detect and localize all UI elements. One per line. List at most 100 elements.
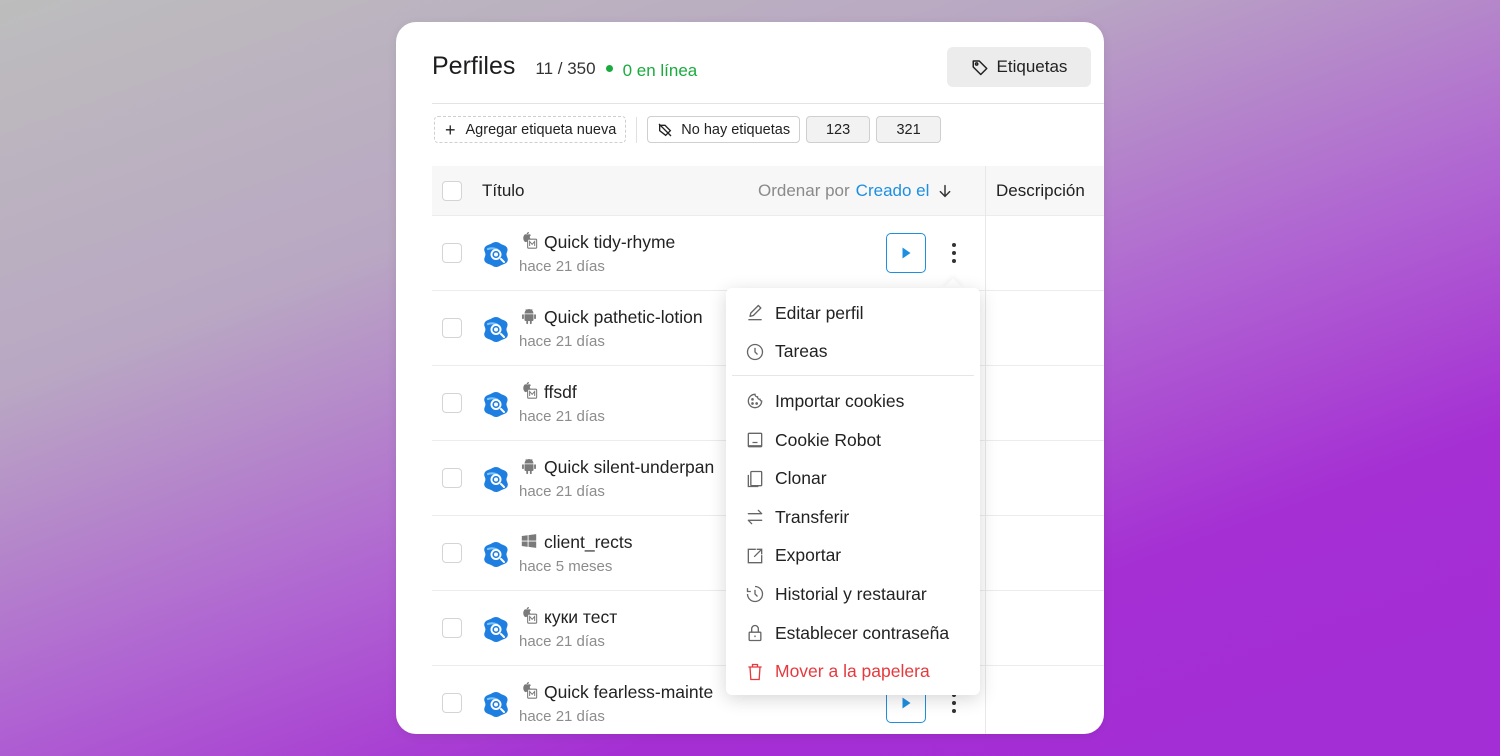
row-divider — [986, 515, 1104, 516]
profile-count: 11 / 350 — [535, 59, 596, 78]
play-icon — [902, 247, 911, 259]
macos-icon — [520, 232, 538, 250]
sort-label: Ordenar por — [758, 181, 850, 200]
tag-icon — [972, 60, 988, 76]
header-divider — [432, 103, 1104, 104]
profile-name[interactable]: client_rects — [544, 532, 633, 553]
windows-icon — [520, 532, 538, 550]
profile-name[interactable]: Quick fearless-mainte — [544, 682, 713, 703]
edit-icon — [748, 305, 762, 321]
menu-divider — [732, 375, 974, 377]
menu-move-to-trash[interactable]: Mover a la papelera — [726, 652, 980, 691]
row-divider — [986, 365, 1104, 366]
browser-avatar-icon — [482, 615, 510, 643]
menu-item-label: Clonar — [775, 468, 827, 489]
profile-name[interactable]: ffsdf — [544, 382, 577, 403]
browser-avatar-icon — [482, 390, 510, 418]
select-all-checkbox[interactable] — [442, 181, 462, 201]
menu-item-label: Historial y restaurar — [775, 583, 927, 604]
export-icon — [747, 548, 763, 564]
column-separator — [985, 166, 986, 734]
panel-header: Perfiles 11 / 350 0 en línea — [432, 52, 697, 81]
profile-created-time: hace 21 días — [519, 408, 605, 425]
row-checkbox[interactable] — [442, 468, 462, 488]
trash-icon — [748, 663, 762, 680]
online-status: 0 en línea — [605, 60, 698, 81]
menu-tasks[interactable]: Tareas — [726, 333, 980, 372]
sort-value[interactable]: Creado el — [856, 181, 930, 201]
browser-avatar-icon — [482, 240, 510, 268]
browser-avatar-icon — [482, 315, 510, 343]
profile-created-time: hace 5 meses — [519, 558, 613, 575]
tags-button[interactable]: Etiquetas — [947, 47, 1091, 87]
table-row[interactable]: Quick tidy-rhyme hace 21 días — [432, 216, 985, 291]
menu-item-label: Importar cookies — [775, 390, 905, 411]
menu-edit-profile[interactable]: Editar perfil — [726, 294, 980, 333]
row-divider — [986, 590, 1104, 591]
column-description: Descripción — [996, 181, 1085, 200]
menu-item-label: Exportar — [775, 545, 842, 566]
macos-icon — [520, 607, 538, 625]
menu-item-label: Establecer contraseña — [775, 622, 950, 643]
online-count: 0 en línea — [622, 60, 698, 80]
sort-control[interactable]: Ordenar por Creado el — [758, 181, 953, 201]
menu-import-cookies[interactable]: Importar cookies — [726, 382, 980, 421]
profile-name[interactable]: куки тест — [544, 607, 617, 628]
profile-name[interactable]: Quick silent-underpan — [544, 457, 714, 478]
tag-chip-321[interactable]: 321 — [876, 116, 942, 143]
menu-item-label: Transferir — [775, 506, 850, 527]
menu-set-password[interactable]: Establecer contraseña — [726, 614, 980, 653]
row-checkbox[interactable] — [442, 243, 462, 263]
menu-history-restore[interactable]: Historial y restaurar — [726, 575, 980, 614]
page-title: Perfiles — [432, 52, 516, 80]
menu-item-label: Mover a la papelera — [775, 661, 930, 682]
macos-icon — [520, 382, 538, 400]
lock-icon — [748, 624, 762, 642]
transfer-icon — [747, 509, 763, 525]
clock-icon — [746, 343, 764, 361]
plus-icon: + — [445, 119, 456, 140]
android-icon — [520, 307, 538, 325]
profile-name[interactable]: Quick pathetic-lotion — [544, 307, 703, 328]
menu-item-label: Tareas — [775, 341, 828, 362]
browser-avatar-icon — [482, 465, 510, 493]
menu-item-label: Editar perfil — [775, 302, 864, 323]
no-tags-filter[interactable]: No hay etiquetas — [647, 116, 801, 143]
menu-clone[interactable]: Clonar — [726, 459, 980, 498]
menu-export[interactable]: Exportar — [726, 537, 980, 576]
online-dot-icon — [605, 65, 613, 72]
row-divider — [986, 665, 1104, 666]
menu-item-label: Cookie Robot — [775, 429, 882, 450]
add-tag-label: Agregar etiqueta nueva — [465, 121, 617, 138]
start-profile-button[interactable] — [886, 233, 926, 273]
profile-created-time: hace 21 días — [519, 258, 605, 275]
row-checkbox[interactable] — [442, 618, 462, 638]
tag-chip-label: 123 — [825, 121, 851, 138]
row-checkbox[interactable] — [442, 693, 462, 713]
play-icon — [902, 697, 911, 709]
tag-chip-label: 321 — [896, 121, 921, 138]
browser-avatar-icon — [482, 540, 510, 568]
tag-off-icon — [658, 123, 672, 136]
menu-cookie-robot[interactable]: Cookie Robot — [726, 421, 980, 460]
tag-chip-123[interactable]: 123 — [806, 116, 871, 143]
more-options-icon[interactable] — [946, 240, 962, 266]
row-divider — [986, 290, 1104, 291]
clone-icon — [747, 470, 763, 487]
row-checkbox[interactable] — [442, 543, 462, 563]
profile-created-time: hace 21 días — [519, 483, 605, 500]
menu-transfer[interactable]: Transferir — [726, 498, 980, 537]
tag-filter-bar: + Agregar etiqueta nueva No hay etiqueta… — [434, 116, 942, 143]
row-checkbox[interactable] — [442, 393, 462, 413]
profile-name[interactable]: Quick tidy-rhyme — [544, 232, 675, 253]
profile-created-time: hace 21 días — [519, 333, 605, 350]
arrow-down-icon[interactable] — [937, 183, 953, 199]
android-icon — [520, 457, 538, 475]
add-tag-button[interactable]: + Agregar etiqueta nueva — [434, 116, 627, 143]
row-checkbox[interactable] — [442, 318, 462, 338]
browser-avatar-icon — [482, 690, 510, 718]
history-icon — [746, 586, 764, 603]
profile-created-time: hace 21 días — [519, 633, 605, 650]
no-tags-label: No hay etiquetas — [681, 121, 791, 138]
profile-context-menu: Editar perfil Tareas Importar cookies Co… — [726, 288, 980, 695]
